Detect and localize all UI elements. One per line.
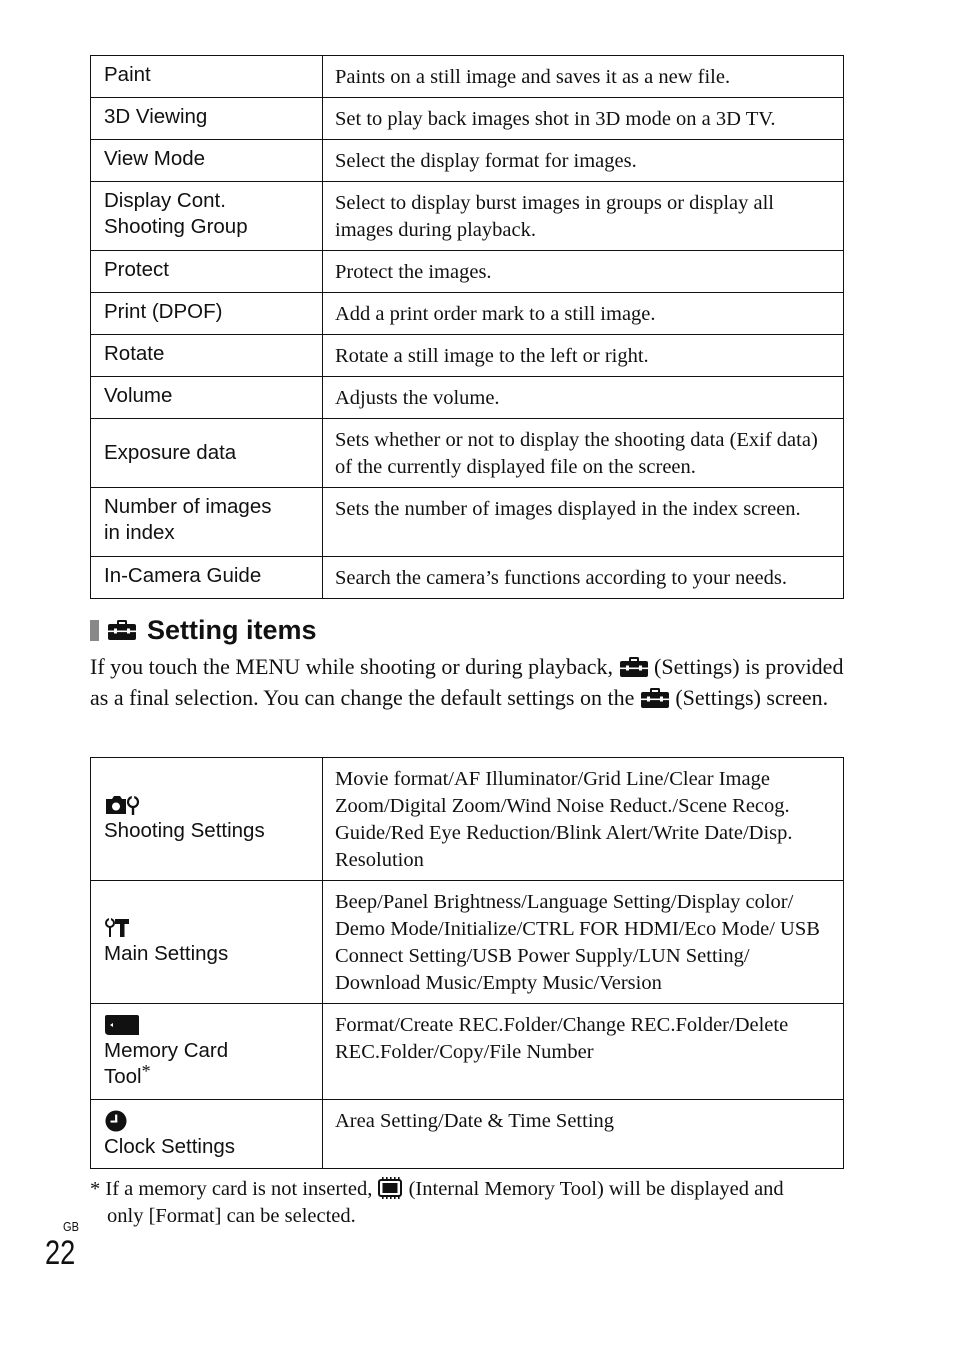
setting-category: Memory Card Tool* <box>90 1003 323 1100</box>
item-name: 3D Viewing <box>90 97 323 140</box>
table-row: Exposure data Sets whether or not to dis… <box>90 418 844 488</box>
setting-category-label: Clock Settings <box>104 1135 236 1158</box>
item-description: Select the display format for images. <box>322 139 844 182</box>
item-description: Paints on a still image and saves it as … <box>322 55 844 98</box>
table-row: Clock Settings Area Setting/Date & Time … <box>90 1099 844 1169</box>
item-name-line: in index <box>104 521 175 544</box>
item-name: Print (DPOF) <box>90 292 323 335</box>
setting-category-label: Tool* <box>104 1061 322 1090</box>
region-label: GB <box>63 1219 79 1234</box>
setting-category-label: Memory Card <box>104 1039 229 1062</box>
table-row: View Mode Select the display format for … <box>90 139 844 182</box>
item-name-line: Shooting Group <box>104 215 248 238</box>
footnote: * If a memory card is not inserted, (Int… <box>90 1176 850 1230</box>
table-row: Volume Adjusts the volume. <box>90 376 844 419</box>
item-name: View Mode <box>90 139 323 182</box>
section-title: Setting items <box>147 614 317 645</box>
setting-category-label: Main Settings <box>104 942 229 965</box>
section-heading: Setting items <box>90 612 317 648</box>
setting-category: Main Settings <box>90 880 323 1004</box>
setting-description: Area Setting/Date & Time Setting <box>322 1099 844 1169</box>
heading-marker <box>90 619 99 641</box>
memory-card-icon <box>104 1014 322 1036</box>
toolbox-icon <box>107 619 137 641</box>
item-name: Paint <box>90 55 323 98</box>
internal-memory-icon <box>377 1177 403 1199</box>
item-description: Protect the images. <box>322 250 844 293</box>
table-row: 3D Viewing Set to play back images shot … <box>90 97 844 140</box>
item-name: Number of images in index <box>90 487 323 557</box>
item-name: In-Camera Guide <box>90 556 323 599</box>
item-description: Select to display burst images in groups… <box>322 181 844 251</box>
item-description: Adjusts the volume. <box>322 376 844 419</box>
wrench-hammer-icon <box>104 917 322 939</box>
item-name-line: Display Cont. <box>104 189 226 212</box>
item-description: Search the camera’s functions according … <box>322 556 844 599</box>
setting-category: Shooting Settings <box>90 757 323 881</box>
settings-items-table: Shooting Settings Movie format/AF Illumi… <box>90 757 844 1169</box>
table-row: Paint Paints on a still image and saves … <box>90 55 844 98</box>
setting-category-label: Shooting Settings <box>104 819 265 842</box>
intro-text: (Settings) screen. <box>675 684 829 710</box>
item-name: Protect <box>90 250 323 293</box>
item-description: Sets whether or not to display the shoot… <box>322 418 844 488</box>
setting-category: Clock Settings <box>90 1099 323 1169</box>
item-name: Exposure data <box>90 418 323 488</box>
footnote-text: (Internal Memory Tool) will be displayed… <box>408 1178 784 1200</box>
table-row: Protect Protect the images. <box>90 250 844 293</box>
table-row: Display Cont. Shooting Group Select to d… <box>90 181 844 251</box>
footnote-mark: * <box>90 1178 101 1200</box>
clock-icon <box>104 1110 322 1132</box>
footnote-text: only [Format] can be selected. <box>107 1205 356 1227</box>
section-intro: If you touch the MENU while shooting or … <box>90 652 850 713</box>
table-row: Memory Card Tool* Format/Create REC.Fold… <box>90 1003 844 1100</box>
table-row: Shooting Settings Movie format/AF Illumi… <box>90 757 844 881</box>
item-name: Volume <box>90 376 323 419</box>
item-description: Rotate a still image to the left or righ… <box>322 334 844 377</box>
item-description: Add a print order mark to a still image. <box>322 292 844 335</box>
table-row: Print (DPOF) Add a print order mark to a… <box>90 292 844 335</box>
camera-wrench-icon <box>104 794 322 816</box>
item-name-line: Number of images <box>104 495 272 518</box>
toolbox-icon <box>619 656 649 678</box>
setting-category-label-line: Tool <box>104 1065 142 1088</box>
setting-description: Beep/Panel Brightness/Language Setting/D… <box>322 880 844 1004</box>
table-row: In-Camera Guide Search the camera’s func… <box>90 556 844 599</box>
item-name: Rotate <box>90 334 323 377</box>
playback-items-table: Paint Paints on a still image and saves … <box>90 55 844 599</box>
item-description: Sets the number of images displayed in t… <box>322 487 844 557</box>
setting-description: Format/Create REC.Folder/Change REC.Fold… <box>322 1003 844 1100</box>
table-row: Number of images in index Sets the numbe… <box>90 487 844 557</box>
item-description: Set to play back images shot in 3D mode … <box>322 97 844 140</box>
intro-text: If you touch the MENU while shooting or … <box>90 654 614 679</box>
setting-description: Movie format/AF Illuminator/Grid Line/Cl… <box>322 757 844 881</box>
table-row: Rotate Rotate a still image to the left … <box>90 334 844 377</box>
item-name: Display Cont. Shooting Group <box>90 181 323 251</box>
footnote-mark: * <box>141 1061 151 1081</box>
footnote-text: If a memory card is not inserted, <box>105 1178 373 1200</box>
toolbox-icon <box>640 687 670 709</box>
table-row: Main Settings Beep/Panel Brightness/Lang… <box>90 880 844 1004</box>
page-number: 22 <box>45 1234 76 1272</box>
